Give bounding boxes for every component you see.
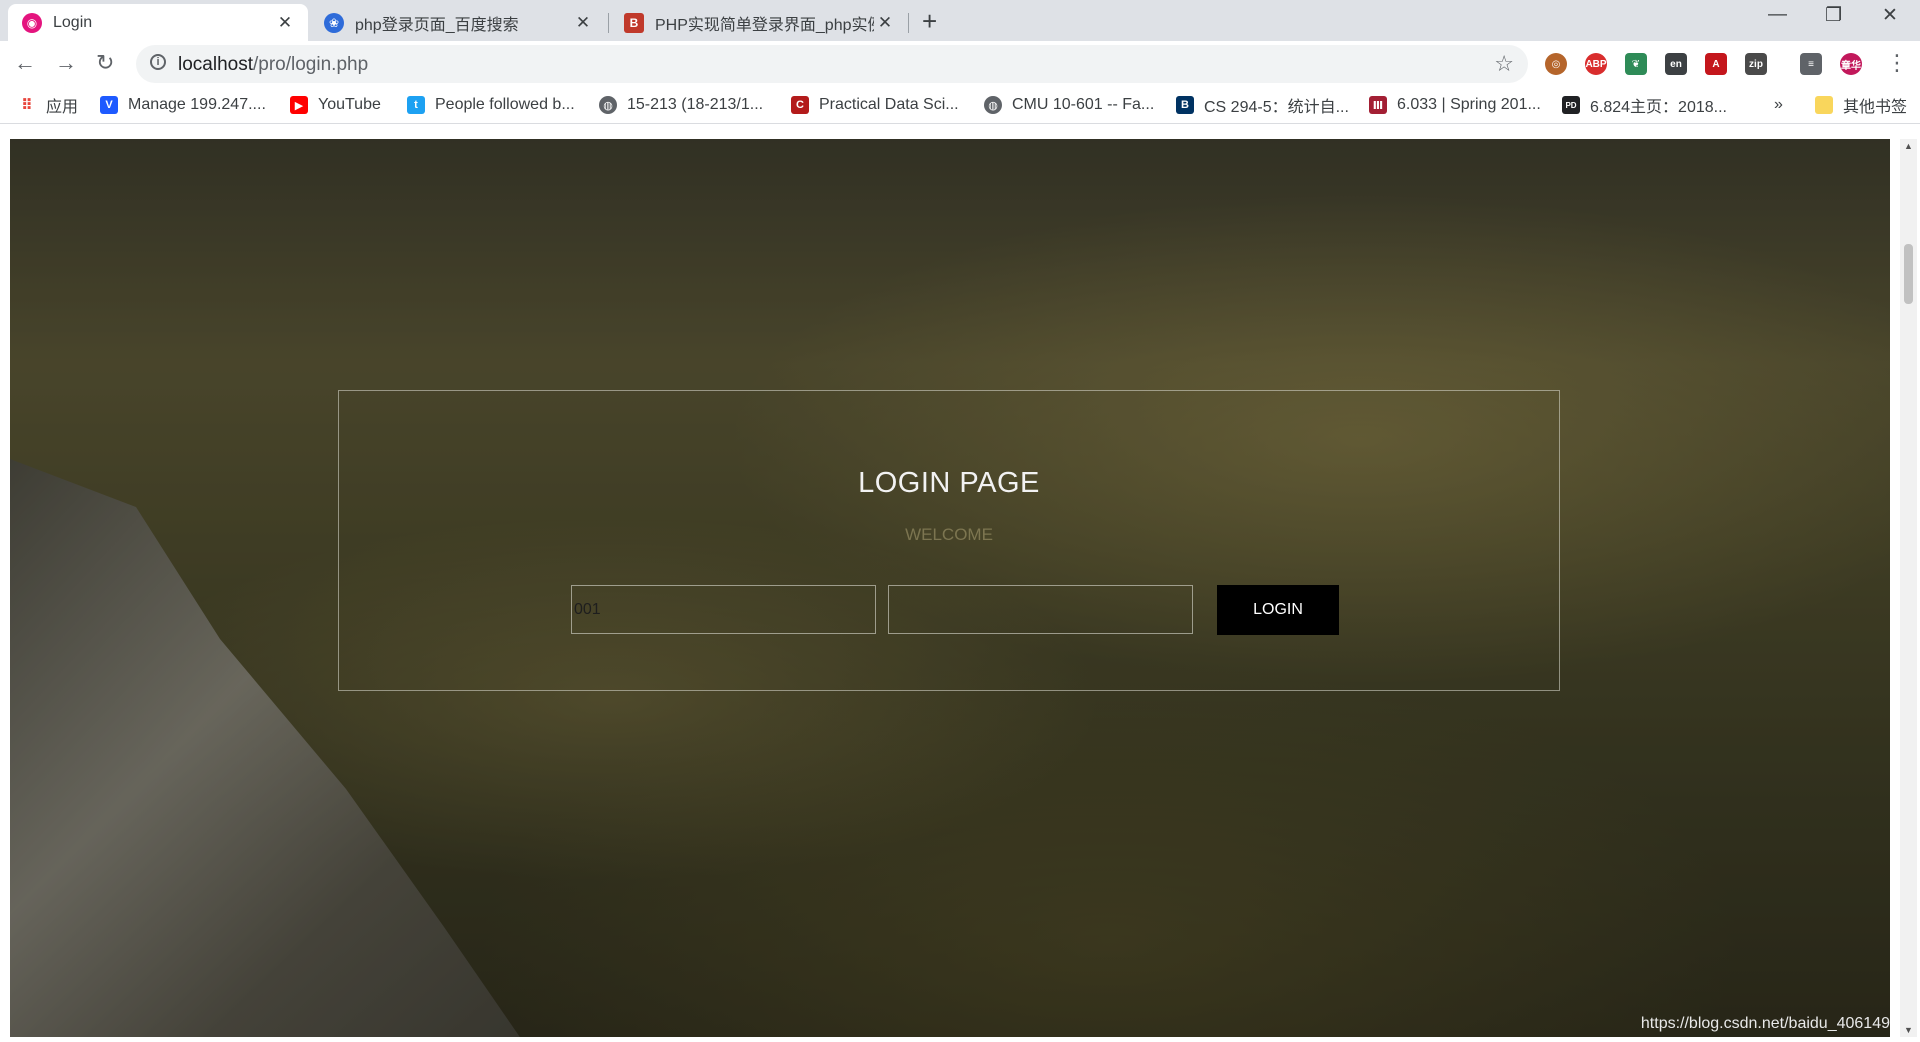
bookmark-label: 15-213 (18-213/1...	[627, 96, 764, 113]
bookmarks-overflow-button[interactable]: »	[1774, 94, 1783, 116]
bookmark-label: Practical Data Sci...	[819, 96, 959, 113]
bookmark-label: People followed b...	[435, 96, 575, 113]
tab-close-icon[interactable]: ✕	[274, 13, 296, 33]
bookmark-cs-294[interactable]: B CS 294-5：统计自...	[1176, 94, 1349, 116]
tampermonkey-extension-icon[interactable]: ◎	[1545, 53, 1567, 75]
login-page-title: LOGIN PAGE	[858, 467, 1040, 499]
gitzip-extension-icon[interactable]: zip	[1745, 53, 1767, 75]
bookmark-cmu-10-601[interactable]: ◍ CMU 10-601 -- Fa...	[984, 94, 1154, 116]
cmu-icon: C	[791, 96, 809, 114]
bookmark-label: CMU 10-601 -- Fa...	[1012, 96, 1155, 113]
bookmark-label: YouTube	[318, 96, 381, 113]
profile-avatar[interactable]: 章华	[1840, 53, 1862, 75]
other-bookmarks-folder[interactable]: 其他书签	[1815, 94, 1907, 116]
scroll-up-arrow-icon[interactable]: ▲	[1904, 141, 1913, 151]
berkeley-icon: B	[1176, 96, 1194, 114]
bookmark-star-icon[interactable]: ☆	[1494, 51, 1514, 77]
minimize-button[interactable]: —	[1768, 4, 1787, 26]
bookmark-vultr[interactable]: V Manage 199.247....	[100, 94, 266, 116]
globe-icon: ◍	[984, 96, 1002, 114]
translate-extension-icon[interactable]: en	[1665, 53, 1687, 75]
password-input[interactable]	[888, 585, 1193, 634]
restore-button[interactable]: ❐	[1825, 4, 1842, 27]
bookmark-6-033[interactable]: Ⅲ 6.033 | Spring 201...	[1369, 94, 1541, 116]
vertical-scrollbar[interactable]: ▲ ▼	[1900, 139, 1917, 1037]
scroll-down-arrow-icon[interactable]: ▼	[1904, 1025, 1913, 1035]
title-bar: ◉ Login ✕ ❀ php登录页面_百度搜索 ✕ B PHP实现简单登录界面…	[0, 0, 1920, 41]
folder-icon	[1815, 96, 1833, 114]
youtube-icon: ▶	[290, 96, 308, 114]
bookmark-label: 6.824主页：2018...	[1590, 99, 1727, 116]
back-arrow-icon[interactable]: ←	[14, 50, 36, 76]
media-controls-icon[interactable]: ≡	[1800, 53, 1822, 75]
bookmark-label: CS 294-5：统计自...	[1204, 99, 1349, 116]
page-viewport: LOGIN PAGE WELCOME LOGIN https://blog.cs…	[10, 139, 1890, 1037]
bookmark-youtube[interactable]: ▶ YouTube	[290, 94, 381, 116]
bookmark-label: 6.033 | Spring 201...	[1397, 96, 1541, 113]
menu-kebab-icon[interactable]: ⋮	[1886, 50, 1908, 76]
adobe-pdf-icon[interactable]: A	[1705, 53, 1727, 75]
tab-divider	[608, 13, 609, 33]
window-close-button[interactable]: ✕	[1882, 4, 1898, 27]
tab-title: php登录页面_百度搜索	[355, 16, 519, 34]
adblock-plus-icon[interactable]: ABP	[1585, 53, 1607, 75]
url-path: /pro/login.php	[253, 54, 369, 75]
apps-grid-icon: ⠿	[21, 97, 33, 114]
tab-divider	[908, 13, 909, 33]
csdn-watermark: https://blog.csdn.net/baidu_406149	[1640, 1015, 1890, 1032]
pdos-icon: PD	[1562, 96, 1580, 114]
twitter-icon: t	[407, 96, 425, 114]
browser-toolbar: ← → ↻ i localhost/pro/login.php ☆ ◎ ABP …	[0, 41, 1920, 87]
tab-login[interactable]: ◉ Login ✕	[8, 4, 308, 41]
vultr-icon: V	[100, 96, 118, 114]
tab-baidu-search[interactable]: ❀ php登录页面_百度搜索 ✕	[310, 4, 606, 41]
baidu-paw-icon: ❀	[324, 12, 344, 33]
tab-title: PHP实现简单登录界面_php实例	[655, 16, 874, 34]
tab-close-icon[interactable]: ✕	[572, 13, 594, 33]
site-info-icon[interactable]: i	[150, 54, 166, 70]
tab-close-icon[interactable]: ✕	[874, 13, 896, 33]
bookmark-15-213[interactable]: ◍ 15-213 (18-213/1...	[599, 94, 763, 116]
bookmark-6-824[interactable]: PD 6.824主页：2018...	[1562, 94, 1727, 116]
globe-icon: ◍	[599, 96, 617, 114]
forward-arrow-icon[interactable]: →	[55, 50, 77, 76]
evernote-extension-icon[interactable]: ❦	[1625, 53, 1647, 75]
login-form-box: LOGIN PAGE WELCOME LOGIN	[338, 390, 1560, 691]
address-bar[interactable]: i localhost/pro/login.php ☆	[136, 45, 1528, 83]
bookmark-apps[interactable]: ⠿ 应用	[18, 94, 78, 116]
bookmark-practical-data-science[interactable]: C Practical Data Sci...	[791, 94, 959, 116]
tab-title: Login	[53, 13, 93, 31]
login-button[interactable]: LOGIN	[1217, 585, 1339, 635]
script-house-icon: B	[624, 12, 644, 33]
bookmark-label: Manage 199.247....	[128, 96, 266, 113]
bookmark-label: 应用	[46, 99, 79, 116]
mit-icon: Ⅲ	[1369, 96, 1387, 114]
url-host: localhost	[178, 54, 253, 75]
url-text[interactable]: localhost/pro/login.php	[178, 54, 368, 76]
tab-php-example[interactable]: B PHP实现简单登录界面_php实例 ✕	[610, 4, 908, 41]
other-bookmarks-label: 其他书签	[1843, 99, 1908, 116]
username-input[interactable]	[571, 585, 876, 634]
bookmarks-bar: ⠿ 应用 V Manage 199.247.... ▶ YouTube t Pe…	[0, 87, 1920, 124]
site-favicon-icon: ◉	[22, 12, 42, 33]
welcome-subtitle: WELCOME	[905, 525, 993, 544]
bookmark-twitter[interactable]: t People followed b...	[407, 94, 575, 116]
scrollbar-thumb[interactable]	[1904, 244, 1913, 304]
new-tab-button[interactable]: +	[922, 6, 937, 37]
reload-icon[interactable]: ↻	[96, 50, 114, 76]
